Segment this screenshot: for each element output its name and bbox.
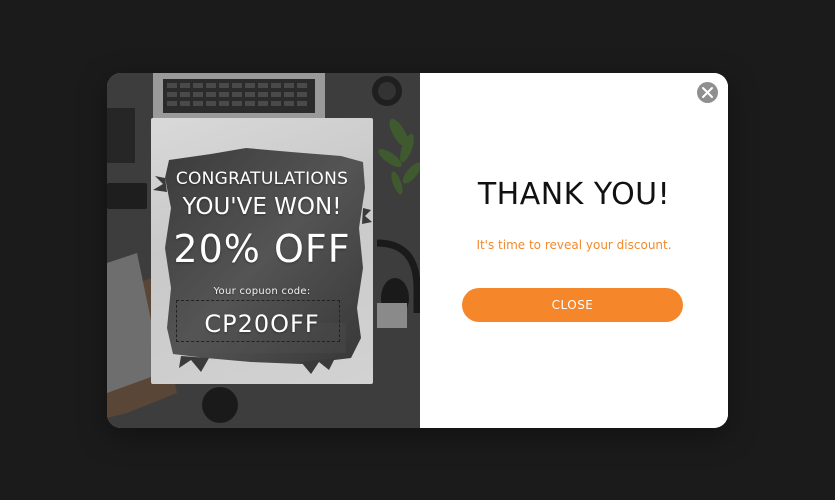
coupon-code-value[interactable]: CP20OFF	[151, 310, 373, 338]
thank-you-heading: THANK YOU!	[477, 177, 671, 212]
thank-you-panel: THANK YOU! It's time to reveal your disc…	[420, 73, 728, 428]
coupon-code-label: Your copuon code:	[213, 286, 311, 297]
close-button[interactable]: CLOSE	[462, 288, 683, 322]
reveal-message: It's time to reveal your discount.	[476, 238, 672, 252]
page: CONGRATULATIONS YOU'VE WON! 20% OFF Your…	[0, 0, 835, 500]
congratulations-heading: CONGRATULATIONS	[175, 169, 349, 189]
discount-popup: CONGRATULATIONS YOU'VE WON! 20% OFF Your…	[107, 73, 728, 428]
discount-amount: 20% OFF	[173, 227, 351, 271]
promo-image-panel: CONGRATULATIONS YOU'VE WON! 20% OFF Your…	[107, 73, 420, 428]
close-icon[interactable]	[697, 82, 718, 103]
scratch-card: CONGRATULATIONS YOU'VE WON! 20% OFF Your…	[151, 118, 373, 384]
you-won-heading: YOU'VE WON!	[182, 194, 342, 220]
